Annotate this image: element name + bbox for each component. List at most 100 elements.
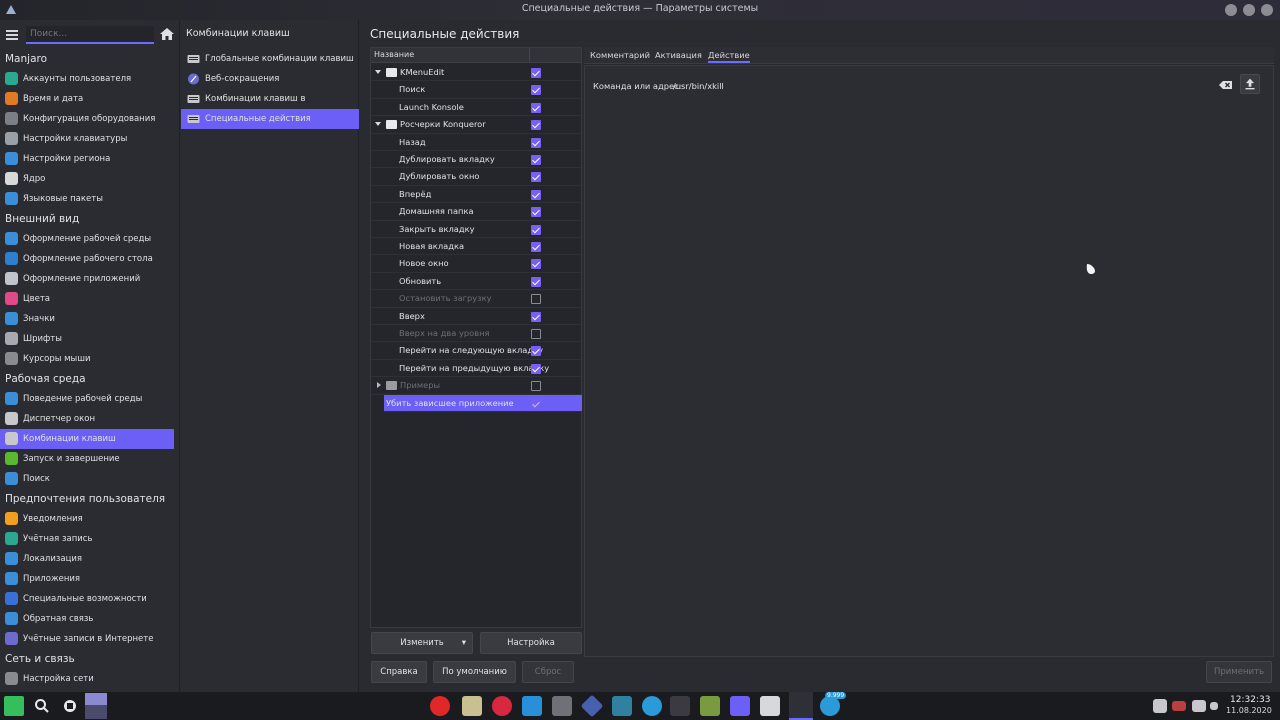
help-button[interactable]: Справка	[371, 661, 427, 683]
keyboard-layout-flag-icon[interactable]	[1172, 701, 1186, 711]
tree-row[interactable]: KMenuEdit	[371, 64, 581, 82]
cursor-app-icon[interactable]	[730, 696, 750, 716]
minecraft-icon[interactable]	[700, 696, 720, 716]
enabled-checkbox[interactable]	[531, 155, 541, 165]
enabled-checkbox[interactable]	[531, 85, 541, 96]
sidebar-item[interactable]: Настройки региона	[0, 149, 174, 169]
strawberry-icon[interactable]	[492, 696, 512, 716]
name-column-header[interactable]: Название	[374, 50, 414, 59]
sidebar-item[interactable]: Учётная запись	[0, 529, 174, 549]
app-diamond-icon[interactable]	[580, 694, 604, 718]
sidebar-item[interactable]: Настройки клавиатуры	[0, 129, 174, 149]
pager-icon[interactable]	[85, 693, 107, 719]
sidebar-item[interactable]: Обратная связь	[0, 609, 174, 629]
sidebar-item[interactable]: Комбинации клавиш	[0, 429, 174, 449]
enabled-checkbox[interactable]	[531, 172, 541, 183]
tree-row[interactable]: Примеры	[371, 377, 581, 395]
reset-button[interactable]: Сброс	[522, 661, 574, 683]
tree-row[interactable]: Вверх	[371, 308, 581, 325]
minimize-button[interactable]	[1225, 4, 1237, 16]
tab-activation[interactable]: Активация	[655, 50, 702, 60]
enabled-checkbox[interactable]	[531, 224, 541, 235]
sidebar-item[interactable]: Аккаунты пользователя	[0, 69, 174, 89]
clock-date[interactable]: 11.08.2020	[1226, 706, 1272, 715]
settings-button[interactable]: Настройка	[480, 632, 582, 654]
dolphin-icon[interactable]	[642, 696, 662, 716]
sidebar-item[interactable]: Оформление приложений	[0, 269, 174, 289]
sidebar-item[interactable]: Курсоры мыши	[0, 349, 174, 369]
expand-arrow-icon[interactable]	[375, 70, 381, 74]
enabled-checkbox[interactable]	[531, 207, 541, 218]
kodi-icon[interactable]	[522, 696, 542, 716]
tree-row[interactable]: Закрыть вкладку	[371, 221, 581, 238]
enabled-checkbox[interactable]	[531, 398, 541, 409]
shortcut-category-item[interactable]: Глобальные комбинации клавиш	[181, 49, 359, 69]
enabled-checkbox[interactable]	[531, 276, 541, 287]
yandex-browser-icon[interactable]	[430, 696, 450, 716]
shortcut-category-item[interactable]: Специальные действия	[181, 109, 359, 129]
sidebar-item[interactable]: Цвета	[0, 289, 174, 309]
sidebar-item[interactable]: Запуск и завершение	[0, 449, 174, 469]
telegram-icon[interactable]	[820, 696, 840, 716]
enabled-checkbox[interactable]	[531, 68, 541, 78]
sidebar-item[interactable]: Языковые пакеты	[0, 189, 174, 209]
hamburger-menu-icon[interactable]	[6, 28, 18, 40]
enabled-checkbox[interactable]	[531, 120, 541, 131]
enabled-checkbox[interactable]	[531, 259, 541, 270]
sidebar-item[interactable]: Настройка сети	[0, 669, 174, 689]
activity-icon[interactable]	[60, 696, 80, 716]
system-settings-task-icon[interactable]	[789, 692, 813, 720]
enabled-checkbox[interactable]	[531, 137, 541, 148]
tree-row[interactable]: Домашняя папка	[371, 203, 581, 221]
tree-row[interactable]: Launch Konsole	[371, 99, 581, 117]
expand-arrow-icon[interactable]	[375, 122, 381, 127]
gimp-icon[interactable]	[552, 696, 572, 716]
bag-icon[interactable]	[760, 696, 780, 716]
maximize-button[interactable]	[1243, 4, 1255, 16]
actions-tree[interactable]: Название KMenuEdit Поиск Launch Konsole Рос…	[370, 47, 582, 628]
tree-row[interactable]: Остановить загрузку	[371, 290, 581, 308]
apply-button[interactable]: Применить	[1206, 661, 1272, 683]
tree-row[interactable]: Вперёд	[371, 186, 581, 204]
tree-row[interactable]: Назад	[371, 134, 581, 151]
tab-comment[interactable]: Комментарий	[590, 50, 650, 60]
browse-button[interactable]	[1240, 74, 1260, 94]
defaults-button[interactable]: По умолчанию	[433, 661, 516, 683]
collapse-arrow-icon[interactable]	[377, 382, 381, 389]
search-icon[interactable]	[32, 696, 52, 716]
sidebar-item[interactable]: Поиск	[0, 469, 174, 489]
enabled-checkbox[interactable]	[531, 329, 541, 339]
shortcut-category-item[interactable]: Комбинации клавиш в приложениях	[181, 89, 359, 124]
tray-expand-icon[interactable]	[1210, 702, 1218, 710]
manjaro-menu-icon[interactable]	[4, 696, 24, 716]
tree-row[interactable]: Вверх на два уровня	[371, 325, 581, 343]
clear-input-icon[interactable]	[1219, 78, 1233, 92]
enabled-checkbox[interactable]	[531, 311, 541, 322]
shortcut-category-item[interactable]: Веб-сокращения	[181, 69, 359, 89]
sidebar-item[interactable]: Ядро	[0, 169, 174, 189]
tab-action[interactable]: Действие	[708, 50, 750, 63]
sidebar-item[interactable]: Конфигурация оборудования	[0, 109, 174, 129]
tree-row[interactable]: Поиск	[371, 81, 581, 99]
sidebar-item[interactable]: Шрифты	[0, 329, 174, 349]
terminal-icon[interactable]	[612, 696, 632, 716]
sidebar-item[interactable]: Приложения	[0, 569, 174, 589]
tree-row[interactable]: Дублировать вкладку	[371, 151, 581, 169]
sidebar-item[interactable]: Локализация	[0, 549, 174, 569]
sidebar-item[interactable]: Диспетчер окон	[0, 409, 174, 429]
tree-row[interactable]: Обновить	[371, 273, 581, 291]
sidebar-item[interactable]: Значки	[0, 309, 174, 329]
sidebar-item[interactable]: Специальные возможности	[0, 589, 174, 609]
enabled-checkbox[interactable]	[531, 363, 541, 374]
command-input[interactable]	[673, 77, 1243, 95]
home-icon[interactable]	[160, 28, 174, 40]
enabled-checkbox[interactable]	[531, 189, 541, 200]
enabled-checkbox[interactable]	[531, 346, 541, 357]
clock-time[interactable]: 12:32:33	[1230, 695, 1270, 705]
tree-row[interactable]: Перейти на предыдущую вкладку	[371, 360, 581, 378]
sidebar-item[interactable]: Время и дата	[0, 89, 174, 109]
tree-row[interactable]: Новая вкладка	[371, 238, 581, 256]
tree-row[interactable]: Дублировать окно	[371, 168, 581, 186]
camera-icon[interactable]	[670, 696, 690, 716]
enabled-checkbox[interactable]	[531, 242, 541, 252]
